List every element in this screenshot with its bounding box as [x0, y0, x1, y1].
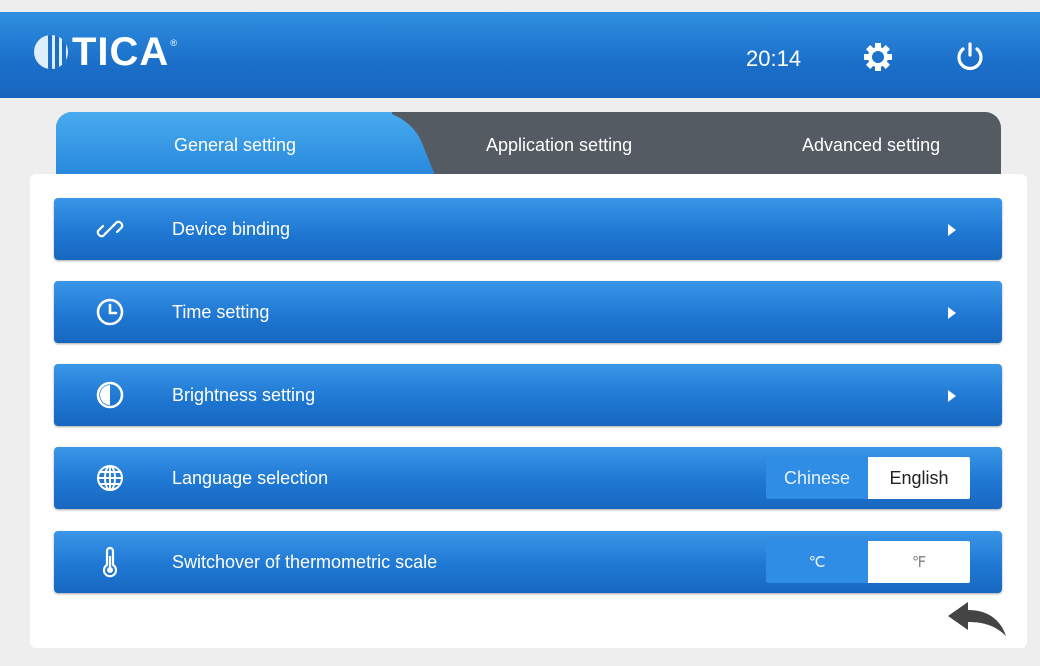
chevron-right-icon [948, 390, 956, 402]
unit-option-celsius[interactable]: ℃ [766, 541, 868, 583]
top-bar: TICA ® 20:14 [0, 12, 1040, 98]
gear-icon[interactable] [861, 40, 895, 74]
clock-icon [96, 298, 124, 326]
time-setting-row[interactable]: Time setting [54, 281, 1002, 343]
tab-general-setting[interactable]: General setting [174, 134, 296, 156]
globe-icon [97, 465, 123, 491]
language-toggle: Chinese English [766, 457, 970, 499]
temperature-scale-row: Switchover of thermometric scale ℃ ℉ [54, 531, 1002, 593]
row-label: Time setting [172, 302, 270, 322]
row-label: Switchover of thermometric scale [172, 552, 438, 572]
brand-logo: TICA ® [34, 32, 177, 72]
language-option-english[interactable]: English [868, 457, 970, 499]
language-selection-row: Language selection Chinese English [54, 447, 1002, 509]
thermometer-icon [102, 546, 118, 578]
brightness-icon [96, 381, 124, 409]
chevron-right-icon [948, 307, 956, 319]
settings-tabs: General setting Application setting Adva… [56, 112, 1001, 174]
brightness-setting-row[interactable]: Brightness setting [54, 364, 1002, 426]
clock-display: 20:14 [746, 46, 802, 71]
unit-option-fahrenheit[interactable]: ℉ [868, 541, 970, 583]
tab-advanced-setting[interactable]: Advanced setting [802, 134, 940, 156]
chevron-right-icon [948, 224, 956, 236]
row-label: Language selection [172, 468, 329, 488]
tab-application-setting[interactable]: Application setting [486, 134, 632, 156]
brand-name: TICA [72, 30, 170, 74]
link-icon [96, 220, 124, 238]
logo-mark-icon [34, 35, 68, 69]
row-label: Device binding [172, 219, 291, 239]
device-binding-row[interactable]: Device binding [54, 198, 1002, 260]
row-label: Brightness setting [172, 385, 316, 405]
temperature-unit-toggle: ℃ ℉ [766, 541, 970, 583]
back-arrow-icon[interactable] [946, 598, 1008, 640]
power-icon[interactable] [953, 40, 987, 74]
language-option-chinese[interactable]: Chinese [766, 457, 868, 499]
registered-mark: ® [170, 38, 177, 48]
